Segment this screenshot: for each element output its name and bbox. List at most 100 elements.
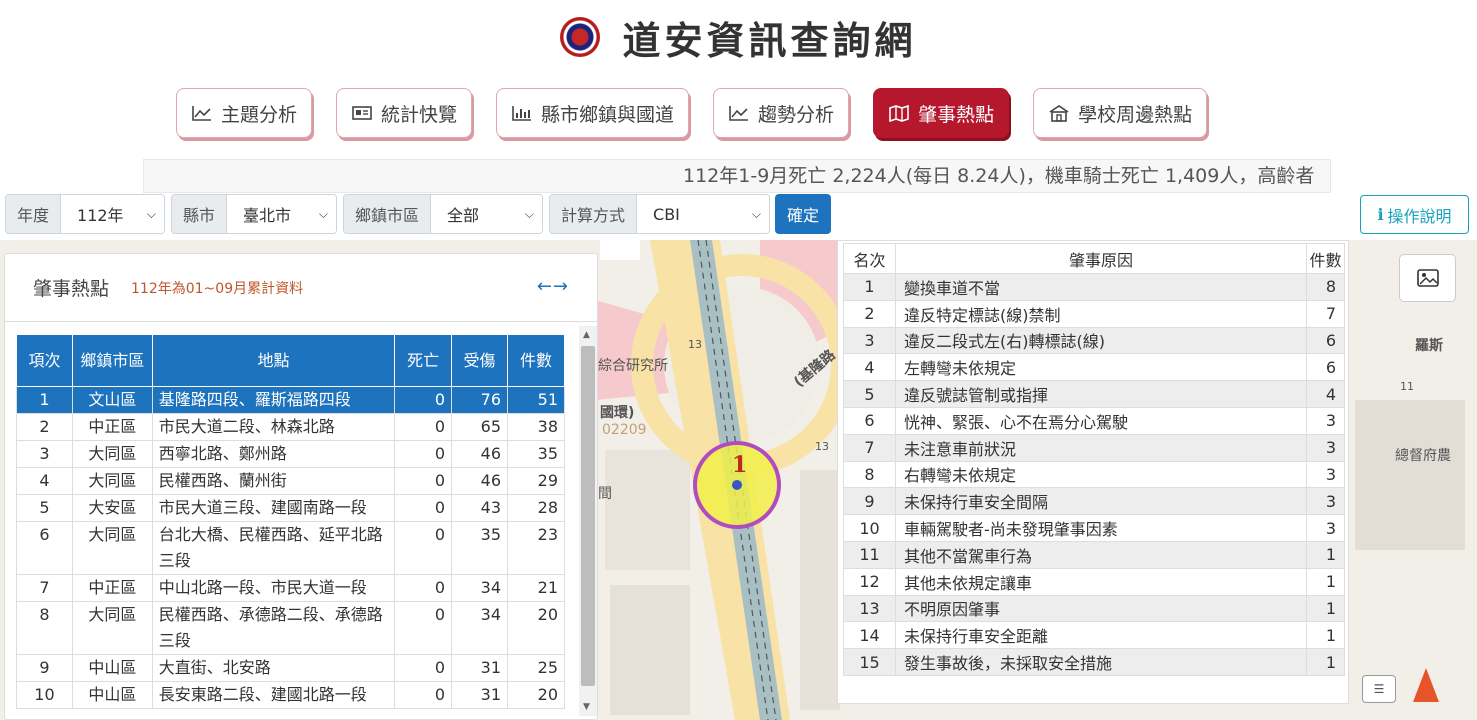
nav-theme-analysis[interactable]: 主題分析 xyxy=(176,88,313,138)
cell-count: 7 xyxy=(1306,299,1345,328)
cell-count: 21 xyxy=(507,574,565,602)
table-row[interactable]: 1 文山區 基隆路四段、羅斯福路四段 0 76 51 xyxy=(16,386,565,414)
col-header[interactable]: 地點 xyxy=(151,334,396,387)
nav-label: 主題分析 xyxy=(221,103,298,126)
col-header[interactable]: 鄉鎮市區 xyxy=(71,334,153,387)
cell-location: 西寧北路、鄭州路 xyxy=(151,440,396,468)
cell-injuries: 46 xyxy=(451,467,508,495)
chevron-down-icon: ⌵ xyxy=(146,206,156,221)
map-label: 11 xyxy=(1400,380,1414,393)
nav-accident-hotspots[interactable]: 肇事熱點 xyxy=(873,88,1010,138)
cell-no: 9 xyxy=(16,654,73,682)
cell-injuries: 31 xyxy=(451,654,508,682)
map-label: 13 xyxy=(815,440,829,453)
cell-rank: 11 xyxy=(843,540,896,569)
town-label: 鄉鎮市區 xyxy=(344,195,432,233)
year-select[interactable]: 112年 ⌵ xyxy=(61,195,164,233)
nav-trend-analysis[interactable]: 趨勢分析 xyxy=(713,88,850,138)
town-select[interactable]: 全部 ⌵ xyxy=(431,195,542,233)
causes-panel: 名次 肇事原因 件數 1 變換車道不當 8 2 違反特定標誌(線)禁制 7 3 違反二段式左(… xyxy=(837,240,1349,704)
cell-count: 6 xyxy=(1306,353,1345,382)
year-select-group: 年度 112年 ⌵ xyxy=(5,194,165,234)
col-header: 肇事原因 xyxy=(895,243,1307,274)
cell-rank: 2 xyxy=(843,299,896,328)
map-label: 綜合研究所 xyxy=(598,358,668,374)
police-emblem-icon xyxy=(560,17,601,57)
scrollbar[interactable]: ▲ ▼ xyxy=(579,326,597,716)
hotspot-panel-subtitle: 112年為01~09月累計資料 xyxy=(131,280,304,297)
year-label: 年度 xyxy=(6,195,62,233)
cell-count: 25 xyxy=(507,654,565,682)
cell-no: 1 xyxy=(16,386,73,414)
table-row[interactable]: 2 中正區 市民大道二段、林森北路 0 65 38 xyxy=(16,413,565,441)
cell-rank: 13 xyxy=(843,594,896,623)
help-button[interactable]: i 操作說明 xyxy=(1360,195,1469,234)
legend-list-button[interactable]: ☰ xyxy=(1362,675,1396,703)
area-chart-icon xyxy=(729,106,749,121)
confirm-button[interactable]: 確定 xyxy=(775,194,832,234)
cell-rank: 15 xyxy=(843,648,896,676)
county-select[interactable]: 臺北市 ⌵ xyxy=(227,195,336,233)
cell-injuries: 31 xyxy=(451,681,508,709)
causes-table: 名次 肇事原因 件數 1 變換車道不當 8 2 違反特定標誌(線)禁制 7 3 違反二段式左(… xyxy=(843,243,1345,676)
cell-district: 中山區 xyxy=(71,681,153,709)
table-row[interactable]: 8 大同區 民權西路、承德路二段、承德路三段 0 34 20 xyxy=(16,601,565,655)
scroll-up-icon[interactable]: ▲ xyxy=(583,330,590,340)
cell-deaths: 0 xyxy=(394,654,453,682)
bar-chart-icon xyxy=(512,106,532,121)
collapse-icon[interactable]: ←→ xyxy=(537,276,569,297)
table-row[interactable]: 10 中山區 長安東路二段、建國北路一段 0 31 20 xyxy=(16,681,565,709)
cell-cause: 違反二段式左(右)轉標誌(線) xyxy=(895,326,1307,355)
cell-count: 1 xyxy=(1306,540,1345,569)
cell-location: 台北大橋、民權西路、延平北路三段 xyxy=(151,521,396,575)
cell-rank: 3 xyxy=(843,326,896,355)
filter-bar: 年度 112年 ⌵ 縣市 臺北市 ⌵ 鄉鎮市區 全部 ⌵ 計算方式 CBI ⌵ 確定 xyxy=(5,194,832,234)
hotspot-marker-number[interactable]: 1 xyxy=(732,452,747,478)
cell-injuries: 43 xyxy=(451,494,508,522)
cell-count: 1 xyxy=(1306,648,1345,676)
col-header[interactable]: 項次 xyxy=(16,334,73,387)
table-row[interactable]: 4 大同區 民權西路、蘭州街 0 46 29 xyxy=(16,467,565,495)
cell-cause: 未保持行車安全距離 xyxy=(895,621,1307,650)
cell-district: 中正區 xyxy=(71,413,153,441)
nav-county-town-highway[interactable]: 縣市鄉鎮與國道 xyxy=(496,88,690,138)
col-header[interactable]: 死亡 xyxy=(394,334,453,387)
cell-deaths: 0 xyxy=(394,494,453,522)
town-value: 全部 xyxy=(447,206,480,225)
table-row[interactable]: 9 中山區 大直街、北安路 0 31 25 xyxy=(16,654,565,682)
scroll-down-icon[interactable]: ▼ xyxy=(583,702,590,712)
table-row: 13 不明原因肇事 1 xyxy=(843,594,1345,623)
cell-location: 民權西路、蘭州街 xyxy=(151,467,396,495)
cell-no: 10 xyxy=(16,681,73,709)
col-header[interactable]: 受傷 xyxy=(451,334,508,387)
county-label: 縣市 xyxy=(172,195,228,233)
cell-district: 大同區 xyxy=(71,440,153,468)
nav-school-hotspots[interactable]: 學校周邊熱點 xyxy=(1033,88,1208,138)
table-row: 9 未保持行車安全間隔 3 xyxy=(843,487,1345,516)
table-row[interactable]: 5 大安區 市民大道三段、建國南路一段 0 43 28 xyxy=(16,494,565,522)
cell-count: 28 xyxy=(507,494,565,522)
hotspot-panel-title: 肇事熱點 xyxy=(33,278,110,300)
help-label: 操作說明 xyxy=(1387,206,1452,226)
cell-rank: 1 xyxy=(843,273,896,301)
area-chart-icon xyxy=(192,106,211,121)
cell-rank: 4 xyxy=(843,353,896,382)
cell-cause: 未注意車前狀況 xyxy=(895,433,1307,462)
cell-count: 3 xyxy=(1306,460,1345,489)
cell-cause: 違反號誌管制或指揮 xyxy=(895,380,1307,408)
method-select[interactable]: CBI ⌵ xyxy=(637,195,769,233)
table-row: 5 違反號誌管制或指揮 4 xyxy=(843,380,1345,408)
table-row[interactable]: 6 大同區 台北大橋、民權西路、延平北路三段 0 35 23 xyxy=(16,521,565,575)
nav-stats-overview[interactable]: 統計快覽 xyxy=(336,88,473,138)
scrollbar-thumb[interactable] xyxy=(581,346,595,686)
col-header[interactable]: 件數 xyxy=(507,334,565,387)
cell-deaths: 0 xyxy=(394,521,453,575)
cell-rank: 14 xyxy=(843,621,896,650)
table-row[interactable]: 7 中正區 中山北路一段、市民大道一段 0 34 21 xyxy=(16,574,565,602)
cell-injuries: 34 xyxy=(451,574,508,602)
nav-label: 縣市鄉鎮與國道 xyxy=(541,103,675,126)
screenshot-button[interactable] xyxy=(1399,254,1456,302)
cell-count: 3 xyxy=(1306,514,1345,542)
cell-cause: 其他不當駕車行為 xyxy=(895,540,1307,569)
table-row[interactable]: 3 大同區 西寧北路、鄭州路 0 46 35 xyxy=(16,440,565,468)
